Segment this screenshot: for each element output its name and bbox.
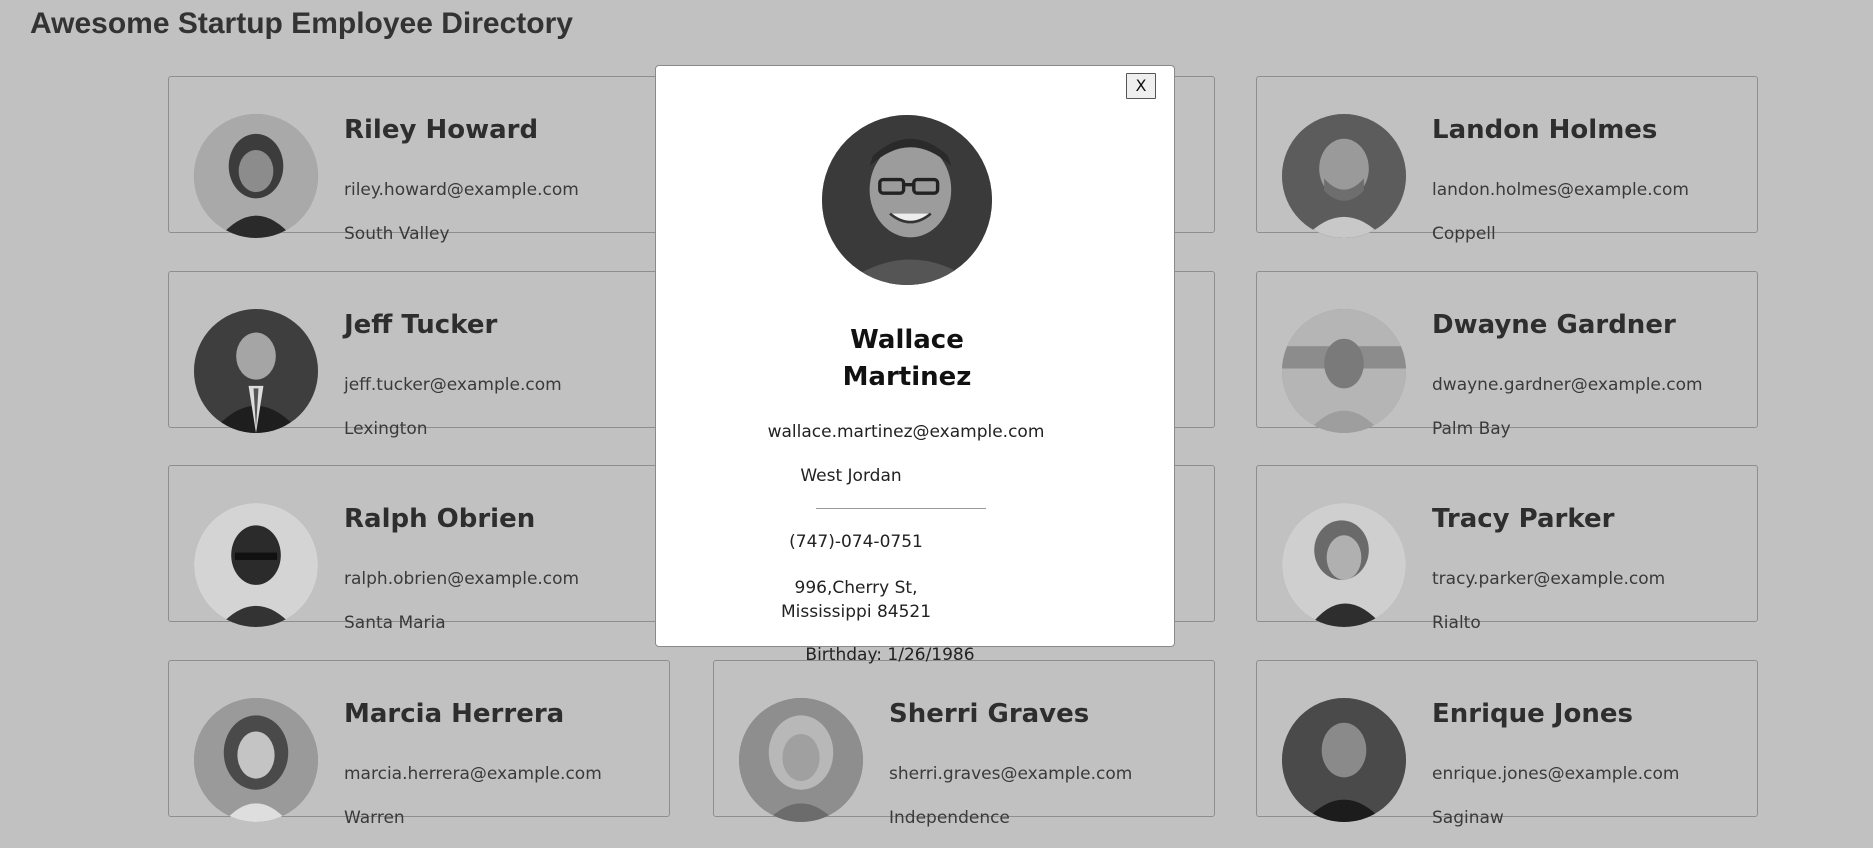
employee-city: Lexington bbox=[344, 419, 428, 439]
modal-phone: (747)-074-0751 bbox=[789, 532, 923, 552]
modal-address-line2: Mississippi 84521 bbox=[780, 602, 932, 622]
modal-city: West Jordan bbox=[800, 466, 902, 486]
avatar bbox=[1282, 309, 1406, 433]
employee-card[interactable]: Riley Howard riley.howard@example.com So… bbox=[168, 76, 670, 244]
employee-email: riley.howard@example.com bbox=[344, 180, 579, 200]
employee-card[interactable]: Marcia Herrera marcia.herrera@example.co… bbox=[168, 660, 670, 828]
employee-card[interactable]: Landon Holmes landon.holmes@example.com … bbox=[1256, 76, 1758, 244]
employee-name: Jeff Tucker bbox=[344, 310, 498, 340]
modal-avatar bbox=[822, 115, 992, 285]
employee-name: Marcia Herrera bbox=[344, 699, 565, 729]
avatar bbox=[194, 698, 318, 822]
modal-address-line1: 996,Cherry St, bbox=[794, 578, 918, 598]
employee-card[interactable]: Jeff Tucker jeff.tucker@example.com Lexi… bbox=[168, 271, 670, 439]
employee-card[interactable]: Tracy Parker tracy.parker@example.com Ri… bbox=[1256, 465, 1758, 633]
employee-name: Landon Holmes bbox=[1432, 115, 1658, 145]
avatar bbox=[1282, 114, 1406, 238]
employee-card[interactable]: Enrique Jones enrique.jones@example.com … bbox=[1256, 660, 1758, 828]
employee-name: Riley Howard bbox=[344, 115, 539, 145]
employee-email: sherri.graves@example.com bbox=[889, 764, 1133, 784]
employee-city: Saginaw bbox=[1432, 808, 1504, 828]
employee-email: dwayne.gardner@example.com bbox=[1432, 375, 1703, 395]
employee-city: Rialto bbox=[1432, 613, 1481, 633]
employee-name: Ralph Obrien bbox=[344, 504, 536, 534]
employee-email: marcia.herrera@example.com bbox=[344, 764, 602, 784]
modal-last-name: Martinez bbox=[842, 362, 972, 392]
employee-city: Coppell bbox=[1432, 224, 1496, 244]
employee-city: Independence bbox=[889, 808, 1010, 828]
modal-address: 996,Cherry St, Mississippi 84521 bbox=[726, 576, 986, 624]
employee-city: Santa Maria bbox=[344, 613, 446, 633]
employee-email: landon.holmes@example.com bbox=[1432, 180, 1689, 200]
employee-email: ralph.obrien@example.com bbox=[344, 569, 580, 589]
modal-first-name: Wallace bbox=[850, 325, 964, 355]
close-button[interactable]: X bbox=[1126, 73, 1156, 99]
avatar bbox=[1282, 503, 1406, 627]
avatar bbox=[194, 309, 318, 433]
avatar bbox=[739, 698, 863, 822]
employee-card[interactable]: Sherri Graves sherri.graves@example.com … bbox=[713, 660, 1215, 828]
avatar bbox=[1282, 698, 1406, 822]
employee-email: jeff.tucker@example.com bbox=[344, 375, 562, 395]
employee-name: Dwayne Gardner bbox=[1432, 310, 1676, 340]
employee-name: Tracy Parker bbox=[1432, 504, 1615, 534]
employee-card[interactable]: Ralph Obrien ralph.obrien@example.com Sa… bbox=[168, 465, 670, 633]
modal-birthday: Birthday: 1/26/1986 bbox=[805, 645, 975, 665]
employee-city: Palm Bay bbox=[1432, 419, 1511, 439]
modal-name: Wallace Martinez bbox=[816, 322, 998, 396]
modal-email: wallace.martinez@example.com bbox=[767, 422, 1045, 442]
employee-city: South Valley bbox=[344, 224, 450, 244]
employee-name: Enrique Jones bbox=[1432, 699, 1633, 729]
employee-name: Sherri Graves bbox=[889, 699, 1090, 729]
employee-email: tracy.parker@example.com bbox=[1432, 569, 1666, 589]
employee-city: Warren bbox=[344, 808, 405, 828]
modal-divider bbox=[816, 508, 986, 509]
avatar bbox=[194, 503, 318, 627]
employee-card[interactable]: Dwayne Gardner dwayne.gardner@example.co… bbox=[1256, 271, 1758, 439]
avatar bbox=[194, 114, 318, 238]
employee-email: enrique.jones@example.com bbox=[1432, 764, 1680, 784]
employee-modal: X Wallace Martinez wallace.martinez@exam… bbox=[655, 65, 1175, 647]
